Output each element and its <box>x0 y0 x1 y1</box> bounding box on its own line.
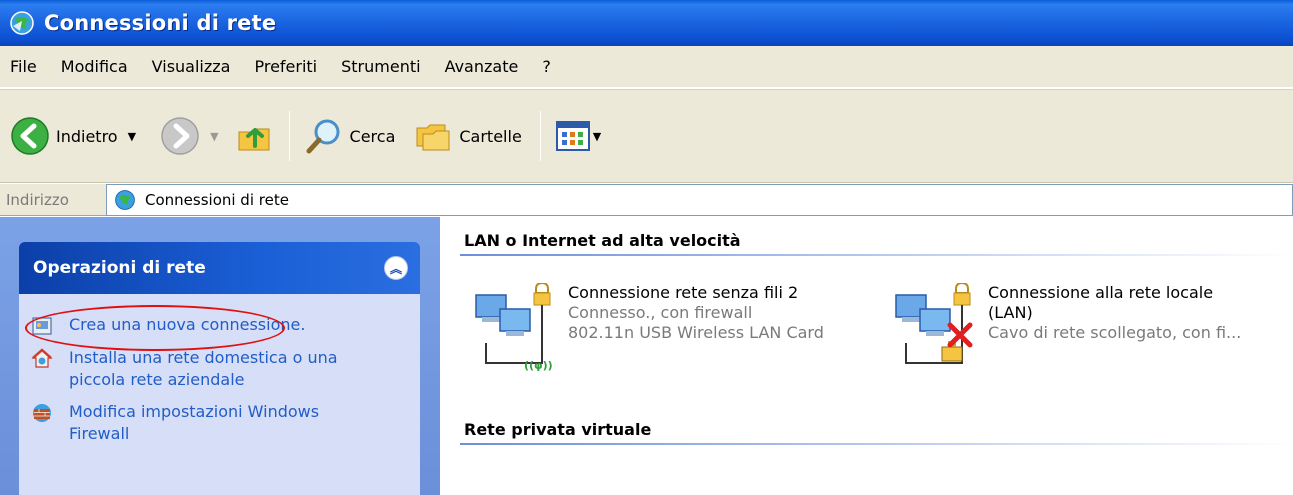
disconnected-x-icon <box>947 322 973 348</box>
network-globe-icon <box>115 190 135 210</box>
address-bar: Indirizzo Connessioni di rete <box>0 184 1293 216</box>
search-button[interactable]: Cerca <box>304 106 396 166</box>
folders-button[interactable]: Cartelle <box>413 106 522 166</box>
address-value: Connessioni di rete <box>145 191 289 209</box>
forward-arrow-icon <box>161 117 199 155</box>
connection-text-wireless: Connessione rete senza fili 2 Connesso.,… <box>568 283 824 373</box>
up-folder-button[interactable] <box>235 106 275 166</box>
connection-device: 802.11n USB Wireless LAN Card <box>568 323 824 342</box>
group-divider <box>460 254 1293 256</box>
connection-item-lan[interactable]: Connessione alla rete locale (LAN) Cavo … <box>886 283 1242 373</box>
task-pane: Operazioni di rete ︽ Crea una nuova conn… <box>0 217 440 495</box>
views-icon <box>555 121 590 151</box>
collapse-chevron-icon[interactable]: ︽ <box>384 256 408 280</box>
address-field[interactable]: Connessioni di rete <box>106 184 1293 216</box>
views-dropdown-icon[interactable]: ▼ <box>593 130 601 143</box>
new-connection-icon <box>32 317 52 335</box>
firewall-icon <box>33 404 51 422</box>
network-tasks-box: Operazioni di rete ︽ Crea una nuova conn… <box>19 242 420 495</box>
folders-label: Cartelle <box>459 126 522 146</box>
task-install-home-network[interactable]: Installa una rete domestica o una piccol… <box>31 347 420 391</box>
explorer-window: Connessioni di rete File Modifica Visual… <box>0 0 1293 495</box>
toolbar-separator <box>288 111 290 161</box>
connection-name: Connessione alla rete locale (LAN) <box>988 283 1214 322</box>
connection-item-wireless[interactable]: ((φ)) Connessione rete senza fili 2 Conn… <box>466 283 824 373</box>
task-install-home-network-label: Installa una rete domestica o una piccol… <box>69 348 338 389</box>
search-label: Cerca <box>349 126 396 146</box>
network-globe-icon <box>10 11 34 35</box>
folder-up-icon <box>238 128 270 151</box>
network-tasks-title: Operazioni di rete <box>33 258 206 278</box>
group-header-vpn: Rete privata virtuale <box>464 420 652 439</box>
window-title: Connessioni di rete <box>44 11 277 35</box>
folders-icon <box>416 124 450 151</box>
menu-file[interactable]: File <box>10 57 37 76</box>
forward-button[interactable]: ▼ <box>160 106 219 166</box>
svg-text:((φ)): ((φ)) <box>524 359 553 372</box>
back-label: Indietro <box>56 126 118 146</box>
task-create-connection-label: Crea una nuova connessione. <box>69 315 306 334</box>
views-button[interactable]: ▼ <box>555 106 601 166</box>
network-computers-icon: ((φ)) <box>475 283 553 372</box>
connection-status: Connesso., con firewall <box>568 303 753 322</box>
back-button[interactable]: Indietro ▼ <box>10 106 136 166</box>
menu-strumenti[interactable]: Strumenti <box>341 57 420 76</box>
forward-dropdown-icon[interactable]: ▼ <box>210 130 218 143</box>
menu-visualizza[interactable]: Visualizza <box>152 57 231 76</box>
connection-name: Connessione rete senza fili 2 <box>568 283 799 302</box>
menu-bar: File Modifica Visualizza Preferiti Strum… <box>0 46 1293 88</box>
search-magnifier-icon <box>306 119 340 154</box>
back-arrow-icon <box>11 117 49 155</box>
connection-status: Cavo di rete scollegato, con fi... <box>988 323 1242 342</box>
title-bar[interactable]: Connessioni di rete <box>0 0 1293 46</box>
toolbar: Indietro ▼ ▼ Cerca Cartelle ▼ <box>0 89 1293 183</box>
content-pane: LAN o Internet ad alta velocità ((φ)) Co… <box>440 217 1293 495</box>
menu-preferiti[interactable]: Preferiti <box>254 57 317 76</box>
network-tasks-header[interactable]: Operazioni di rete ︽ <box>19 242 420 294</box>
back-dropdown-icon[interactable]: ▼ <box>128 130 136 143</box>
group-header-lan: LAN o Internet ad alta velocità <box>464 231 741 250</box>
network-tasks-body: Crea una nuova connessione. Installa una… <box>19 294 420 495</box>
menu-avanzate[interactable]: Avanzate <box>445 57 519 76</box>
toolbar-separator <box>539 111 541 161</box>
task-firewall-settings-label: Modifica impostazioni Windows Firewall <box>69 402 320 443</box>
menu-help[interactable]: ? <box>542 57 551 76</box>
address-label: Indirizzo <box>6 190 69 209</box>
connection-text-lan: Connessione alla rete locale (LAN) Cavo … <box>988 283 1242 373</box>
task-create-connection[interactable]: Crea una nuova connessione. <box>31 314 420 337</box>
menu-modifica[interactable]: Modifica <box>61 57 128 76</box>
task-firewall-settings[interactable]: Modifica impostazioni Windows Firewall <box>31 401 420 445</box>
group-divider <box>460 443 1293 445</box>
home-network-icon <box>31 348 53 368</box>
